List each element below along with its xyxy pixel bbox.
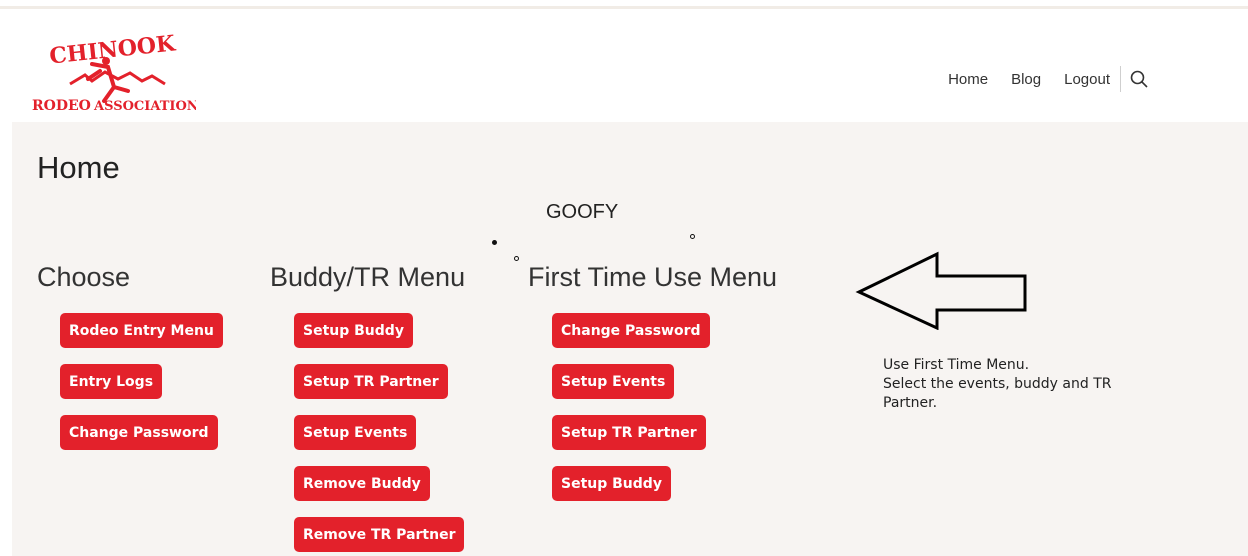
first-time-setup-tr-partner-button[interactable]: Setup TR Partner <box>552 415 706 450</box>
setup-events-button[interactable]: Setup Events <box>294 415 417 450</box>
logo-text-rodeo: RODEO <box>32 98 91 114</box>
nav-divider <box>1120 66 1121 92</box>
site-header: CHINOOK RODEO ASSOCIATION Home Blog Logo… <box>0 9 1248 122</box>
buddy-tr-menu-heading: Buddy/TR Menu <box>270 262 466 292</box>
change-password-button[interactable]: Change Password <box>60 415 218 450</box>
choose-heading: Choose <box>37 262 131 292</box>
instruction-line-2: Select the events, buddy and TR Partner. <box>883 376 1112 411</box>
rodeo-entry-menu-button[interactable]: Rodeo Entry Menu <box>60 313 223 348</box>
remove-buddy-button[interactable]: Remove Buddy <box>294 466 430 501</box>
instruction-line-1: Use First Time Menu. <box>883 357 1030 373</box>
annotation-dot <box>690 234 695 239</box>
nav-home[interactable]: Home <box>948 71 988 88</box>
setup-tr-partner-button[interactable]: Setup TR Partner <box>294 364 448 399</box>
main-nav: Home Blog Logout <box>925 66 1148 92</box>
chinook-rodeo-logo: CHINOOK RODEO ASSOCIATION <box>32 30 196 114</box>
first-time-setup-events-button[interactable]: Setup Events <box>552 364 675 399</box>
page-title: Home <box>37 150 120 185</box>
left-arrow-annotation <box>855 251 1027 330</box>
setup-buddy-button[interactable]: Setup Buddy <box>294 313 413 348</box>
annotation-dot <box>514 256 519 261</box>
annotation-name: GOOFY <box>546 201 619 223</box>
first-time-change-password-button[interactable]: Change Password <box>552 313 710 348</box>
remove-tr-partner-button[interactable]: Remove TR Partner <box>294 517 465 552</box>
instruction-note: Use First Time Menu. Select the events, … <box>883 356 1153 413</box>
logo-text-association: ASSOCIATION <box>93 99 196 114</box>
first-time-use-menu-heading: First Time Use Menu <box>528 262 778 292</box>
nav-logout[interactable]: Logout <box>1064 71 1110 88</box>
nav-blog[interactable]: Blog <box>1011 71 1041 88</box>
logo-text-top: CHINOOK <box>48 30 177 69</box>
search-icon[interactable] <box>1130 70 1148 88</box>
entry-logs-button[interactable]: Entry Logs <box>60 364 163 399</box>
annotation-dot <box>492 240 497 245</box>
first-time-setup-buddy-button[interactable]: Setup Buddy <box>552 466 671 501</box>
